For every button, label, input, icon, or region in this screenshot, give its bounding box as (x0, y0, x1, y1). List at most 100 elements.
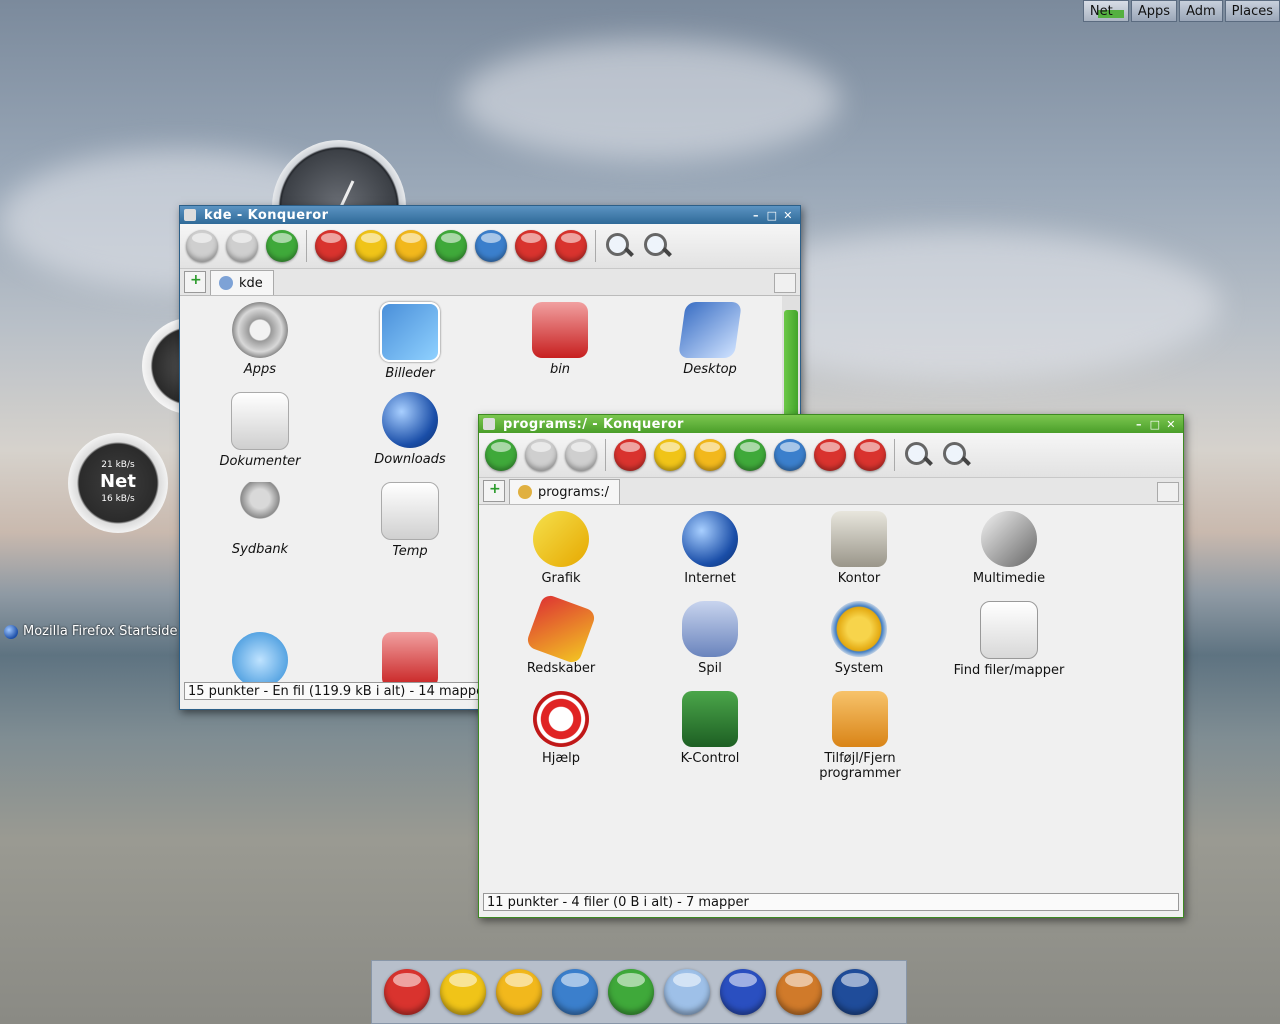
typewriter-icon (831, 511, 887, 567)
net-upload-rate: 21 kB/s (101, 460, 135, 470)
list-item[interactable]: System (799, 601, 919, 676)
programs-tab-icon (518, 485, 532, 499)
firefox-desktop-task[interactable]: Mozilla Firefox Startside - (4, 624, 186, 639)
reload-launcher-button[interactable] (440, 969, 486, 1015)
list-item[interactable]: Downloads (350, 392, 470, 467)
kde-titlebar[interactable]: kde - Konqueror – □ ✕ (180, 206, 800, 224)
settings-button[interactable] (694, 439, 726, 471)
pointer-button[interactable] (854, 439, 886, 471)
maximize-button[interactable]: □ (1147, 418, 1163, 431)
places-menu-button[interactable]: Places (1224, 0, 1280, 22)
zoom-in-icon[interactable] (604, 231, 634, 261)
programs-titlebar[interactable]: programs:/ - Konqueror – □ ✕ (479, 415, 1183, 433)
item-label: Desktop (683, 362, 737, 377)
list-item[interactable]: Redskaber (501, 593, 621, 676)
list-item[interactable]: Billeder (350, 302, 470, 381)
home-button[interactable] (315, 230, 347, 262)
globe-icon (682, 511, 738, 567)
list-item[interactable]: Multimedie (949, 511, 1069, 586)
list-item[interactable]: Grafik (501, 511, 621, 586)
list-item[interactable]: Spil (650, 601, 770, 676)
konqueror-icon (483, 418, 495, 430)
item-label: Redskaber (526, 661, 596, 676)
list-item[interactable]: Temp (350, 482, 470, 559)
minimize-button[interactable]: – (1131, 418, 1147, 431)
zoom-out-icon[interactable] (642, 231, 672, 261)
maximize-button[interactable]: □ (764, 209, 780, 222)
home-button[interactable] (614, 439, 646, 471)
list-item[interactable]: Find filer/mapper (949, 601, 1069, 678)
back-button[interactable] (485, 439, 517, 471)
list-item[interactable]: Tilføjl/Fjern programmer (799, 691, 921, 781)
system-gears-icon (831, 601, 887, 657)
firefox-launcher-button[interactable] (776, 969, 822, 1015)
home-launcher-button[interactable] (384, 969, 430, 1015)
item-label: Temp (392, 544, 428, 559)
zoom-in-icon[interactable] (903, 440, 933, 470)
tools-button[interactable] (734, 439, 766, 471)
adm-menu-button[interactable]: Adm (1179, 0, 1223, 22)
list-item[interactable]: Dokumenter (200, 392, 320, 469)
red-folder-icon (382, 632, 438, 688)
web-button[interactable] (774, 439, 806, 471)
list-item[interactable]: Internet (650, 511, 770, 586)
settings-launcher-button[interactable] (496, 969, 542, 1015)
reload-button[interactable] (355, 230, 387, 262)
list-item[interactable]: Sydbank (200, 482, 320, 557)
kde-tabbar: kde (180, 269, 800, 296)
programs-toolbar (479, 433, 1183, 478)
item-label: K-Control (680, 751, 740, 766)
up-button[interactable] (565, 439, 597, 471)
item-label: System (834, 661, 884, 676)
globe-icon (382, 392, 438, 448)
zoom-out-icon[interactable] (941, 440, 971, 470)
picture-icon (380, 302, 440, 362)
pointer-button[interactable] (555, 230, 587, 262)
new-tab-button[interactable] (483, 480, 505, 502)
network-icon (232, 632, 288, 688)
web-launcher-button[interactable] (552, 969, 598, 1015)
temp-folder-icon (381, 482, 439, 540)
new-tab-button[interactable] (184, 271, 206, 293)
earth-launcher-button[interactable] (832, 969, 878, 1015)
tools-launcher-button[interactable] (608, 969, 654, 1015)
item-label: bin (549, 362, 571, 377)
close-button[interactable]: ✕ (780, 209, 796, 222)
item-label: Grafik (541, 571, 581, 586)
minimize-button[interactable]: – (748, 209, 764, 222)
item-label: Downloads (374, 452, 446, 467)
net-applet-label: Net (1089, 4, 1113, 19)
multimedia-icon (981, 511, 1037, 567)
close-tab-button[interactable] (774, 273, 796, 293)
item-label: Spil (698, 661, 722, 676)
list-item[interactable]: Desktop (650, 302, 770, 377)
list-item[interactable]: Hjælp (501, 691, 621, 766)
forward-button[interactable] (525, 439, 557, 471)
tools-button[interactable] (435, 230, 467, 262)
forward-button[interactable] (226, 230, 258, 262)
close-tab-button[interactable] (1157, 482, 1179, 502)
net-applet-button[interactable]: Net (1082, 0, 1129, 22)
list-item[interactable]: Kontor (799, 511, 919, 586)
settings-button[interactable] (395, 230, 427, 262)
stop-button[interactable] (814, 439, 846, 471)
item-label: Hjælp (541, 751, 581, 766)
item-label: Sydbank (231, 542, 289, 557)
close-button[interactable]: ✕ (1163, 418, 1179, 431)
mail-launcher-button[interactable] (664, 969, 710, 1015)
tab-programs[interactable]: programs:/ (509, 479, 621, 504)
up-button[interactable] (266, 230, 298, 262)
tab-kde[interactable]: kde (210, 270, 274, 295)
quick-launch-panel (371, 960, 907, 1024)
reload-button[interactable] (654, 439, 686, 471)
list-item[interactable]: Apps (200, 302, 320, 377)
stop-button[interactable] (515, 230, 547, 262)
back-button[interactable] (186, 230, 218, 262)
frog-launcher-button[interactable] (720, 969, 766, 1015)
apps-menu-button[interactable]: Apps (1130, 0, 1178, 22)
list-item[interactable]: K-Control (650, 691, 770, 766)
web-button[interactable] (475, 230, 507, 262)
item-label: Kontor (837, 571, 881, 586)
keys-icon (232, 482, 288, 538)
list-item[interactable]: bin (500, 302, 620, 377)
